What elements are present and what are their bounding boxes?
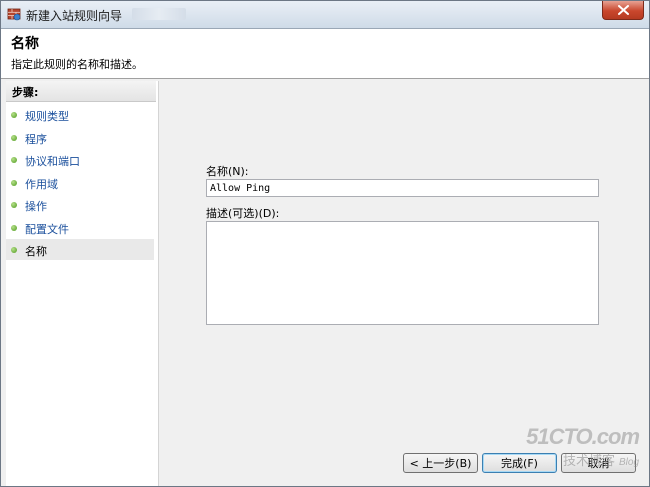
step-bullet-icon (11, 247, 17, 253)
steps-panel: 步骤: 规则类型 程序 协议和端口 作用域 操作 配置文件 名称 (6, 81, 159, 486)
wizard-window: 新建入站规则向导 名称 指定此规则的名称和描述。 步骤: 规则类型 程序 协议和… (0, 0, 650, 487)
step-bullet-icon (11, 202, 17, 208)
step-bullet-icon (11, 180, 17, 186)
cancel-button[interactable]: 取消 (561, 453, 636, 473)
firewall-icon (7, 8, 21, 21)
window-title: 新建入站规则向导 (26, 9, 123, 23)
step-program[interactable]: 程序 (6, 127, 154, 148)
step-label: 协议和端口 (25, 155, 80, 168)
close-button[interactable] (602, 1, 644, 20)
page-title: 名称 (11, 36, 39, 52)
back-button[interactable]: < 上一步(B) (403, 453, 478, 473)
step-action[interactable]: 操作 (6, 194, 154, 215)
step-scope[interactable]: 作用域 (6, 172, 154, 193)
finish-button[interactable]: 完成(F) (482, 453, 557, 473)
steps-heading: 步骤: (12, 86, 39, 99)
name-input[interactable] (206, 179, 599, 197)
page-header: 名称 指定此规则的名称和描述。 (1, 29, 649, 79)
content-area: 名称(N): 描述(可选)(D): < 上一步(B) 完成(F) 取消 (159, 81, 649, 486)
description-input[interactable] (206, 221, 599, 325)
step-label: 配置文件 (25, 223, 69, 236)
step-bullet-icon (11, 225, 17, 231)
step-label: 名称 (25, 245, 47, 258)
step-name[interactable]: 名称 (6, 239, 154, 260)
title-bar[interactable]: 新建入站规则向导 (1, 1, 649, 29)
step-label: 作用域 (25, 178, 58, 191)
description-label: 描述(可选)(D): (206, 207, 280, 220)
step-bullet-icon (11, 135, 17, 141)
step-label: 程序 (25, 133, 47, 146)
step-bullet-icon (11, 157, 17, 163)
name-label: 名称(N): (206, 165, 249, 178)
steps-header: 步骤: (6, 81, 156, 102)
close-icon (618, 5, 629, 15)
title-blur (132, 8, 186, 20)
step-rule-type[interactable]: 规则类型 (6, 104, 154, 125)
step-bullet-icon (11, 112, 17, 118)
page-description: 指定此规则的名称和描述。 (11, 58, 143, 71)
step-protocol-ports[interactable]: 协议和端口 (6, 149, 154, 170)
step-label: 操作 (25, 200, 47, 213)
step-profile[interactable]: 配置文件 (6, 217, 154, 238)
step-label: 规则类型 (25, 110, 69, 123)
